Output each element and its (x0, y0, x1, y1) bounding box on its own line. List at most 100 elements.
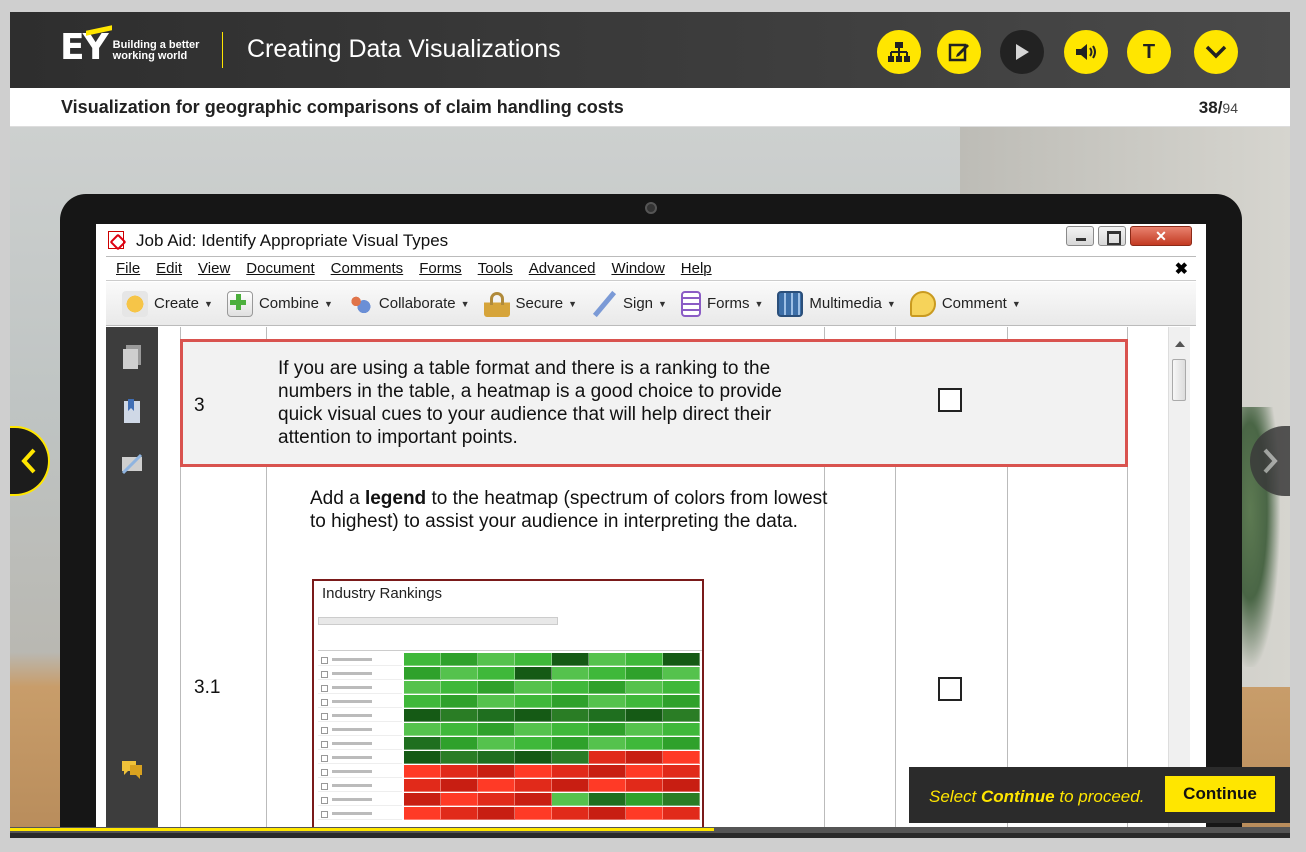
play-button[interactable] (1000, 30, 1044, 74)
heatmap-row-label (318, 695, 402, 708)
toolbar-secure[interactable]: Secure ▼ (483, 290, 577, 317)
heatmap-cell (626, 667, 663, 680)
more-menu-button[interactable] (1194, 30, 1238, 74)
heatmap-cell (441, 653, 478, 666)
laptop-screen: Job Aid: Identify Appropriate Visual Typ… (96, 224, 1206, 838)
row-3-checkbox[interactable] (938, 388, 962, 412)
scroll-up-icon[interactable] (1175, 341, 1185, 347)
heatmap-cell (441, 667, 478, 680)
continue-button[interactable]: Continue (1165, 776, 1275, 812)
header-divider (222, 32, 223, 68)
stage: EY Building a better working world Creat… (0, 0, 1306, 852)
heatmap-cell (663, 807, 700, 820)
maximize-button[interactable] (1098, 226, 1126, 246)
heatmap-cell (404, 709, 441, 722)
menu-help[interactable]: Help (681, 260, 712, 277)
minimize-button[interactable] (1066, 226, 1094, 246)
heatmap-cell (404, 779, 441, 792)
toolbar-comment[interactable]: Comment ▼ (909, 290, 1021, 317)
heatmap-cell (478, 807, 515, 820)
combine-files-icon (226, 290, 253, 317)
create-pdf-icon (122, 290, 148, 317)
heatmap-cell (626, 681, 663, 694)
toolbar-forms[interactable]: Forms ▼ (680, 290, 763, 317)
heatmap-cell (515, 765, 552, 778)
row-3-1-text: Add a legend to the heatmap (spectrum of… (310, 488, 828, 532)
toolbar-combine[interactable]: Combine ▼ (226, 290, 333, 317)
heatmap-cell (441, 779, 478, 792)
page-counter: 38/94 (1199, 98, 1238, 118)
bookmarks-icon[interactable] (120, 397, 144, 425)
menu-comments[interactable]: Comments (331, 260, 404, 277)
row-3-1-checkbox[interactable] (938, 677, 962, 701)
heatmap-row-label (318, 709, 402, 722)
heatmap-cell (441, 695, 478, 708)
heatmap-cell (404, 681, 441, 694)
toolbar-multimedia[interactable]: Multimedia ▼ (777, 290, 896, 317)
chevron-left-icon (21, 448, 36, 474)
menu-tools[interactable]: Tools (478, 260, 513, 277)
toolbar-combine-label: Combine (258, 295, 319, 312)
audio-button[interactable] (1064, 30, 1108, 74)
heatmap-cell (589, 723, 626, 736)
chevron-down-icon (1205, 45, 1227, 59)
heatmap-cell (663, 723, 700, 736)
signatures-icon[interactable] (120, 451, 144, 479)
heatmap-row (318, 737, 702, 750)
heatmap-cell (441, 765, 478, 778)
pages-icon[interactable] (120, 343, 144, 371)
toolbar-multimedia-label: Multimedia (809, 295, 882, 312)
heatmap-cell (404, 667, 441, 680)
menu-window[interactable]: Window (611, 260, 664, 277)
heatmap-tabs (318, 617, 558, 625)
bottom-strip (10, 833, 1290, 838)
heatmap-cell (552, 765, 589, 778)
menu-document[interactable]: Document (246, 260, 314, 277)
heatmap-cell (589, 779, 626, 792)
comments-pane-icon[interactable] (120, 755, 144, 783)
heatmap-row-label (318, 793, 402, 806)
scroll-thumb[interactable] (1172, 359, 1186, 401)
heatmap-row (318, 793, 702, 806)
heatmap-cell (515, 653, 552, 666)
heatmap-row-label (318, 751, 402, 764)
menu-view[interactable]: View (198, 260, 230, 277)
heatmap-cell (441, 807, 478, 820)
tagline-line2: working world (112, 50, 188, 62)
heatmap-cell (663, 653, 700, 666)
toolbar-create[interactable]: Create ▼ (122, 290, 213, 317)
menu-forms[interactable]: Forms (419, 260, 462, 277)
heatmap-cell (404, 793, 441, 806)
continue-message: Select Continue to proceed. (929, 787, 1145, 806)
heatmap-row (318, 681, 702, 694)
menu-edit[interactable]: Edit (156, 260, 182, 277)
notes-button[interactable] (937, 30, 981, 74)
play-icon (1016, 44, 1029, 60)
vertical-scrollbar[interactable] (1168, 327, 1190, 838)
heatmap-cell (626, 765, 663, 778)
heatmap-cell (589, 653, 626, 666)
heatmap-row-label (318, 653, 402, 666)
heatmap-cell (478, 681, 515, 694)
close-document-icon[interactable]: ✖ (1175, 259, 1188, 279)
heatmap-cell (478, 667, 515, 680)
webcam (645, 202, 657, 214)
heatmap-cell (478, 709, 515, 722)
slide-title-bar: Visualization for geographic comparisons… (10, 88, 1290, 127)
transcript-button[interactable]: T (1127, 30, 1171, 74)
continue-prompt-bar: Select Continue to proceed. Continue (909, 767, 1290, 823)
menu-structure-button[interactable] (877, 30, 921, 74)
player-header: EY Building a better working world Creat… (10, 12, 1290, 88)
heatmap-cell (404, 723, 441, 736)
heatmap-row-label (318, 807, 402, 820)
toolbar-sign[interactable]: Sign ▼ (591, 290, 667, 317)
menu-advanced[interactable]: Advanced (529, 260, 596, 277)
heatmap-cell (404, 807, 441, 820)
heatmap-row (318, 653, 702, 666)
heatmap-cell (663, 681, 700, 694)
close-window-button[interactable]: ✕ (1130, 226, 1192, 246)
toolbar-collaborate[interactable]: Collaborate ▼ (346, 290, 470, 317)
toolbar-comment-label: Comment (941, 295, 1007, 312)
menu-file[interactable]: File (116, 260, 140, 277)
heatmap-cell (515, 667, 552, 680)
